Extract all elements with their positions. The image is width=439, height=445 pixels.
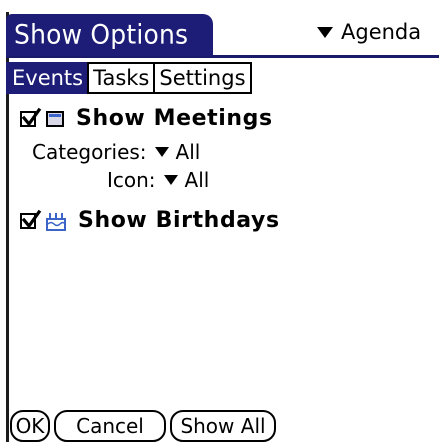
show-all-button[interactable]: Show All bbox=[170, 410, 276, 442]
categories-label: Categories: bbox=[32, 140, 147, 164]
chevron-down-icon bbox=[317, 26, 333, 38]
app-selector-dropdown[interactable]: Agenda bbox=[317, 14, 421, 50]
birthday-cake-icon bbox=[46, 212, 66, 231]
show-meetings-label: Show Meetings bbox=[76, 106, 273, 131]
show-birthdays-row[interactable]: Show Birthdays bbox=[20, 208, 280, 233]
app-selector-label: Agenda bbox=[341, 20, 422, 44]
ok-button[interactable]: OK bbox=[10, 410, 50, 442]
show-meetings-checkbox[interactable] bbox=[20, 107, 42, 127]
calendar-icon bbox=[46, 110, 64, 127]
categories-row: Categories: All bbox=[32, 140, 200, 164]
dialog-frame: Show Options Agenda Events Tasks Setting… bbox=[0, 0, 439, 445]
show-birthdays-checkbox[interactable] bbox=[20, 209, 42, 229]
show-meetings-row[interactable]: Show Meetings bbox=[20, 106, 273, 131]
icon-value[interactable]: All bbox=[185, 168, 210, 192]
checkmark-icon bbox=[21, 209, 42, 229]
chevron-down-icon[interactable] bbox=[154, 147, 169, 157]
chevron-down-icon[interactable] bbox=[163, 175, 178, 185]
tab-bar: Events Tasks Settings bbox=[6, 62, 252, 94]
categories-value[interactable]: All bbox=[176, 140, 201, 164]
icon-label: Icon: bbox=[107, 168, 156, 192]
tab-settings[interactable]: Settings bbox=[153, 62, 252, 94]
cancel-button[interactable]: Cancel bbox=[54, 410, 166, 442]
tab-tasks[interactable]: Tasks bbox=[87, 62, 156, 94]
show-birthdays-label: Show Birthdays bbox=[78, 208, 280, 233]
checkmark-icon bbox=[21, 107, 42, 127]
dialog-title: Show Options bbox=[6, 14, 213, 56]
dialog-title-text: Show Options bbox=[14, 19, 189, 50]
tab-events[interactable]: Events bbox=[6, 62, 90, 94]
icon-row: Icon: All bbox=[107, 168, 209, 192]
